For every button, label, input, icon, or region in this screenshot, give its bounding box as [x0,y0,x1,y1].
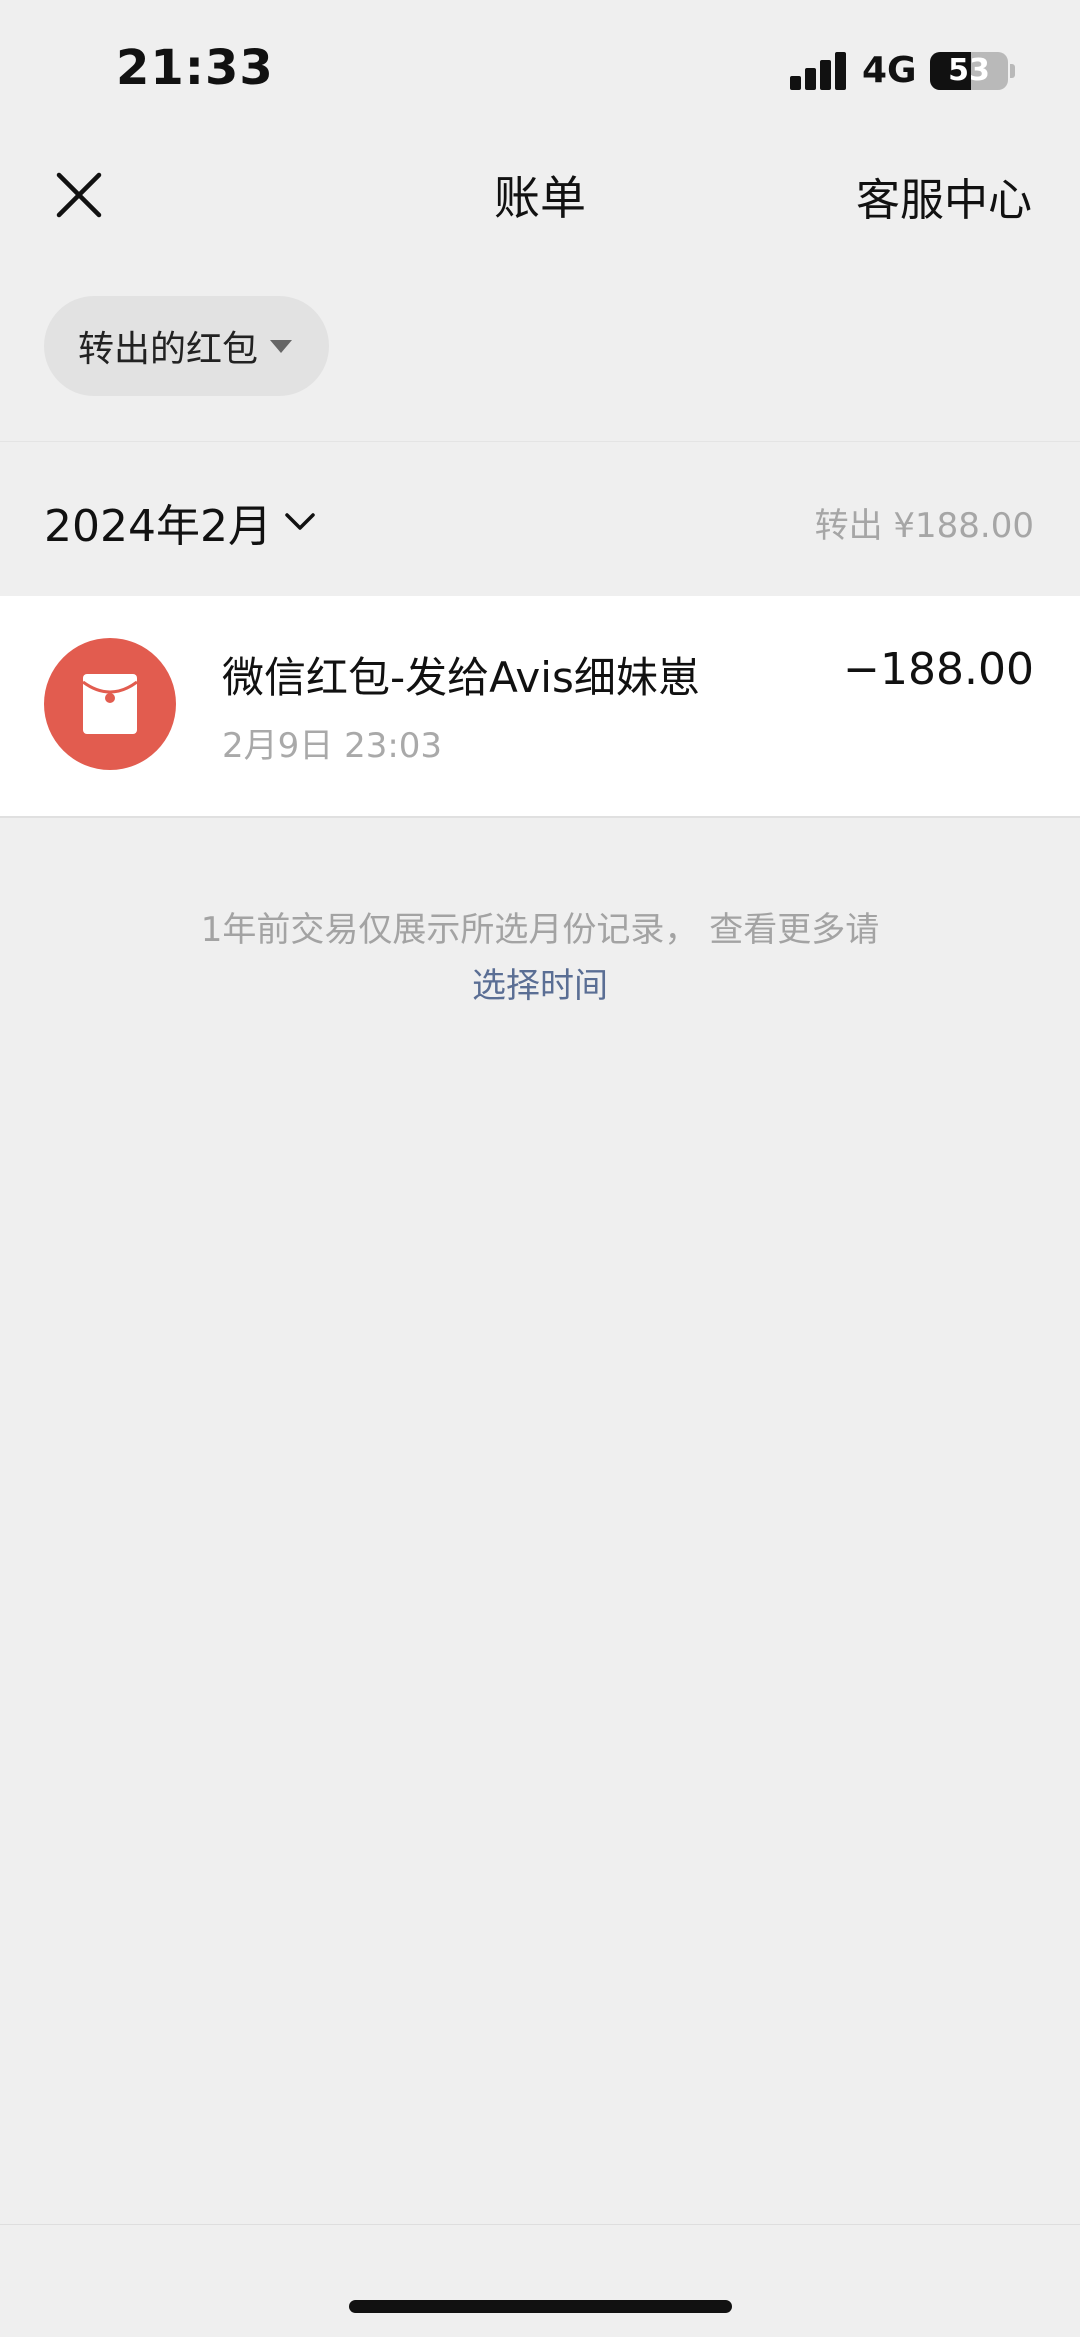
transaction-list: 微信红包-发给Avis细妹崽 2月9日 23:03 −188.00 [0,596,1080,818]
battery-percent: 53 [948,53,990,88]
service-center-link[interactable]: 客服中心 [856,164,1032,228]
nav-bar: 账单 客服中心 [0,140,1080,250]
transaction-title: 微信红包-发给Avis细妹崽 [222,653,700,702]
month-summary: 转出 ¥188.00 [814,506,1034,546]
divider [0,2224,1080,2225]
month-selector[interactable]: 2024年2月 [44,490,316,554]
list-item[interactable]: 微信红包-发给Avis细妹崽 2月9日 23:03 −188.00 [0,596,1080,816]
month-header: 2024年2月 转出 ¥188.00 [0,442,1080,596]
network-type: 4G [862,50,917,91]
filter-dropdown[interactable]: 转出的红包 [44,296,329,396]
notice-text: 1年前交易仅展示所选月份记录， 查看更多请 [200,910,880,950]
red-envelope-icon [44,638,176,770]
select-time-link[interactable]: 选择时间 [0,958,1080,1014]
home-indicator[interactable] [349,2300,732,2313]
transaction-time: 2月9日 23:03 [222,726,443,766]
battery-icon: 53 [930,52,1008,90]
battery-cap [1010,64,1015,78]
chevron-down-icon [285,513,315,530]
signal-icon [790,52,846,90]
status-time: 21:33 [116,40,274,96]
filter-label: 转出的红包 [78,329,259,370]
transaction-amount: −188.00 [843,644,1034,695]
history-notice: 1年前交易仅展示所选月份记录， 查看更多请 选择时间 [0,902,1080,1014]
month-label: 2024年2月 [44,501,272,552]
status-bar: 21:33 4G 53 [0,0,1080,140]
caret-down-icon [270,339,293,353]
